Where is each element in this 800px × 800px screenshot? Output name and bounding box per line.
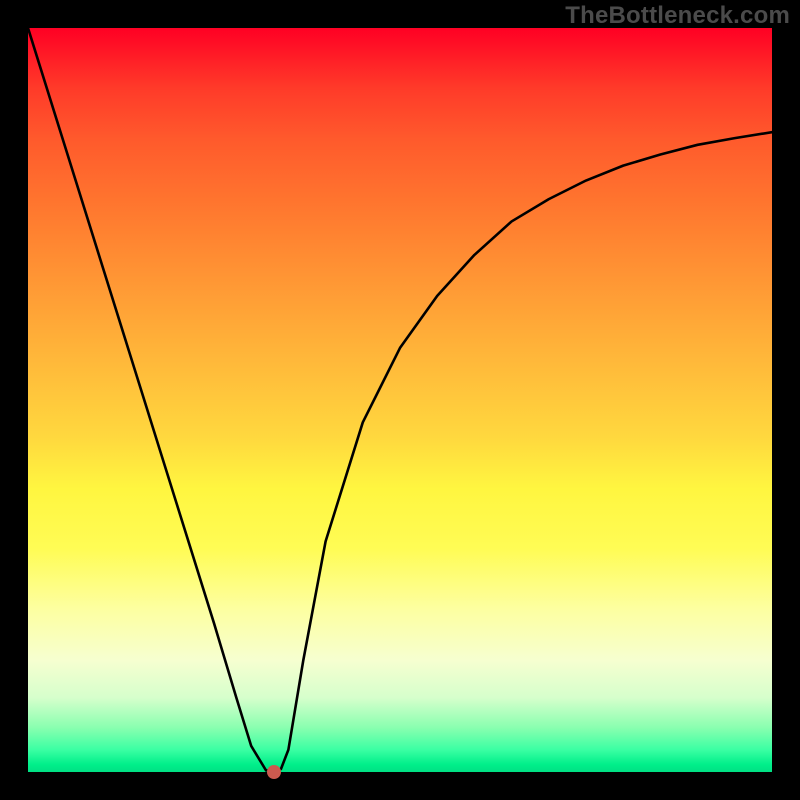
curve-svg — [28, 28, 772, 772]
chart-frame: TheBottleneck.com — [0, 0, 800, 800]
watermark-text: TheBottleneck.com — [565, 2, 790, 30]
minimum-marker — [267, 765, 281, 779]
plot-area — [28, 28, 772, 772]
bottleneck-curve-path — [28, 28, 772, 771]
